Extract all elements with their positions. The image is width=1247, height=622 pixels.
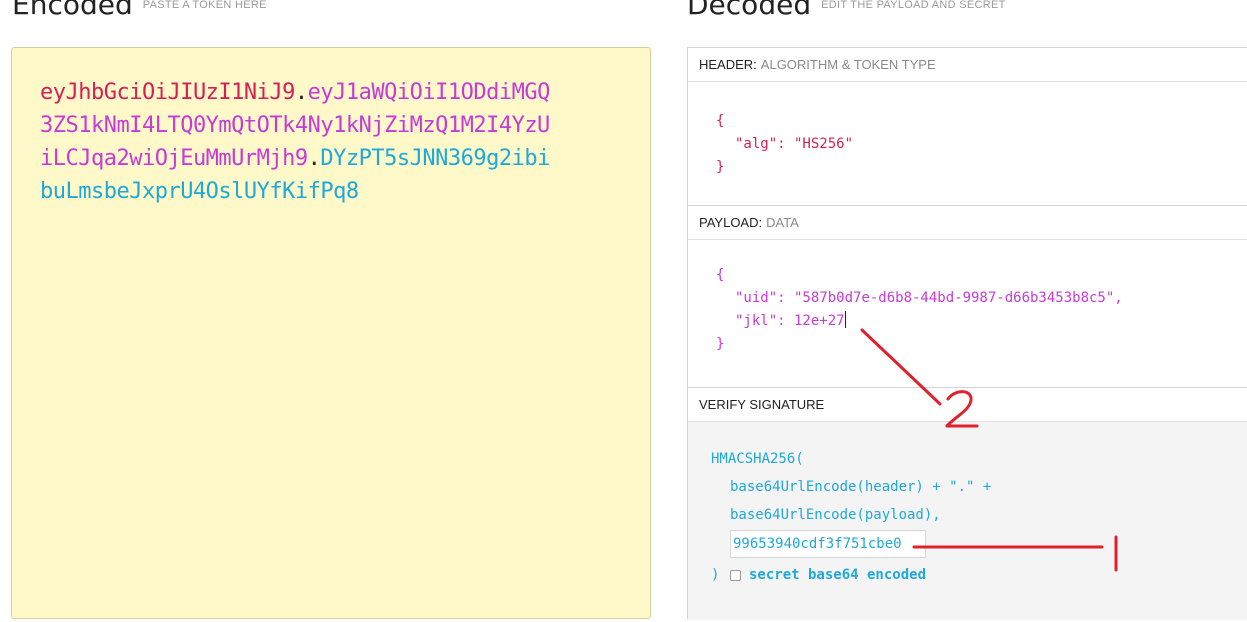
annotation-overlay: 1 2: [0, 0, 1118, 572]
annotation-label-1: 1: [0, 0, 1, 1]
annotation-arrow-2: [860, 328, 979, 428]
annotation-label-2: 2: [0, 0, 1, 1]
annotation-arrow-1: [912, 535, 1118, 572]
